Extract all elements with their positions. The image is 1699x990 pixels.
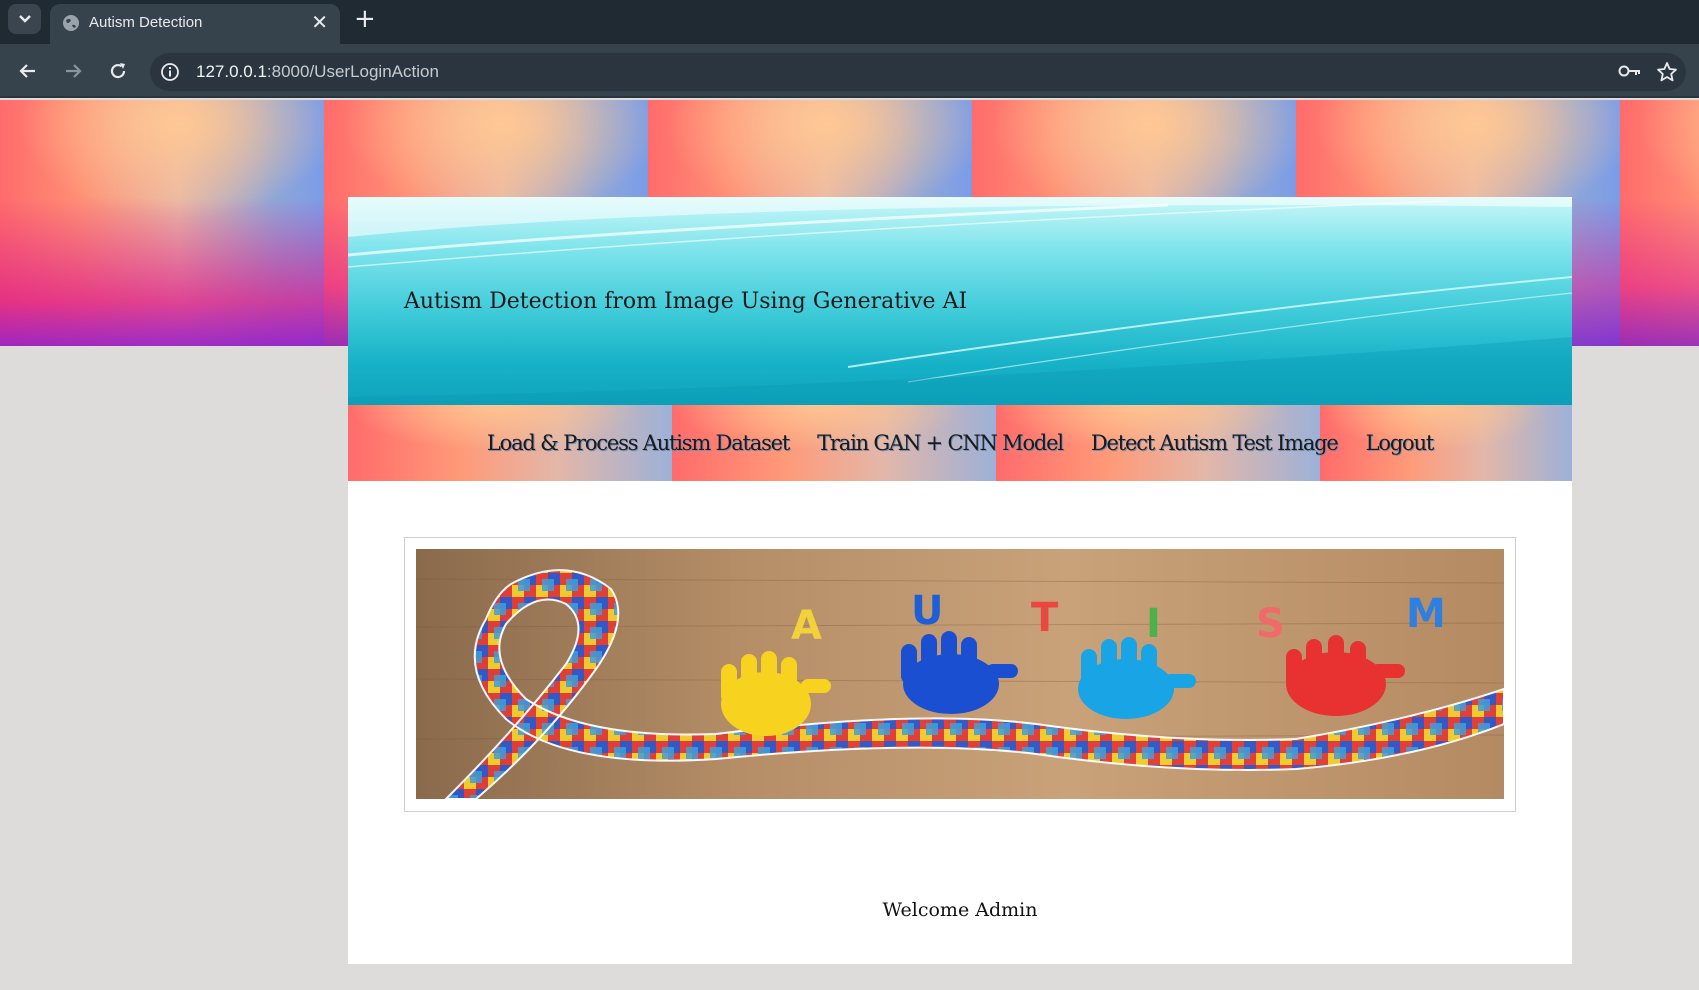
browser-tabstrip: Autism Detection ✕ + [0,0,1699,44]
menu-detect-test-image[interactable]: Detect Autism Test Image [1091,431,1339,455]
site-info-icon[interactable] [160,62,180,82]
main-navigation: Load & Process Autism Dataset Train GAN … [348,405,1572,481]
main-container: Autism Detection from Image Using Genera… [348,197,1572,964]
forward-button[interactable] [60,58,86,84]
background-tile [1620,100,1699,347]
menu-logout[interactable]: Logout [1366,431,1435,455]
bookmark-star-icon[interactable] [1656,61,1678,83]
tab-list-icon [18,15,31,23]
url-text[interactable]: 127.0.0.1:8000/UserLoginAction [196,62,439,82]
globe-icon [63,15,79,31]
new-tab-button[interactable]: + [354,6,376,32]
banner-letter: M [1406,591,1446,637]
url-host: 127.0.0.1 [196,62,267,81]
background-tile [0,100,324,347]
tab-list-button[interactable] [8,4,41,34]
menu-train-model[interactable]: Train GAN + CNN Model [817,431,1064,455]
banner-letter: I [1146,601,1161,647]
browser-toolbar: 127.0.0.1:8000/UserLoginAction [0,44,1699,98]
page-viewport: Autism Detection from Image Using Genera… [0,100,1699,990]
reload-icon [110,63,126,79]
password-key-icon[interactable] [1618,63,1642,79]
url-path: :8000/UserLoginAction [266,62,439,81]
banner-letter: S [1256,601,1285,647]
site-title: Autism Detection from Image Using Genera… [404,289,968,314]
tab-close-button[interactable]: ✕ [311,12,328,32]
autism-awareness-banner-image: A U T I S M [416,549,1504,799]
banner-letter: A [791,603,822,649]
forward-arrow-icon [66,64,82,78]
browser-tab[interactable]: Autism Detection ✕ [50,4,340,44]
address-bar[interactable]: 127.0.0.1:8000/UserLoginAction [150,53,1686,91]
tab-title: Autism Detection [89,14,203,31]
site-header: Autism Detection from Image Using Genera… [348,197,1572,405]
welcome-message: Welcome Admin [882,899,1038,921]
menu-load-process-dataset[interactable]: Load & Process Autism Dataset [487,431,790,455]
reload-button[interactable] [105,58,131,84]
banner-image-frame: A U T I S M [404,537,1516,812]
back-arrow-icon [19,64,35,78]
banner-letter: T [1031,595,1059,641]
back-button[interactable] [15,58,41,84]
banner-letter: U [911,588,943,634]
